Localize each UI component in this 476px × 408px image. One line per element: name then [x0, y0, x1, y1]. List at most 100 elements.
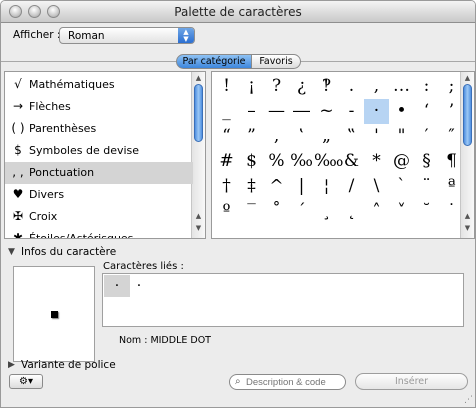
- glyph-cell[interactable]: _: [214, 99, 239, 124]
- glyph-cell[interactable]: -: [339, 99, 364, 124]
- glyph-cell[interactable]: ‚: [264, 124, 289, 149]
- character-name: Nom : MIDDLE DOT: [119, 335, 211, 346]
- glyph-cell[interactable]: !: [214, 74, 239, 99]
- glyph-cell[interactable]: ″: [439, 124, 464, 149]
- glyph-cell[interactable]: ?: [264, 74, 289, 99]
- glyph-cell[interactable]: ¶: [439, 149, 464, 174]
- glyph-cell[interactable]: ¸: [314, 199, 339, 224]
- scroll-down-arrow-icon[interactable]: ▼: [463, 224, 472, 233]
- glyph-cell[interactable]: ;: [439, 74, 464, 99]
- glyph-cell[interactable]: ': [364, 124, 389, 149]
- glyph-cell[interactable]: @: [389, 149, 414, 174]
- glyph-cell[interactable]: .: [339, 74, 364, 99]
- glyph-cell[interactable]: §: [414, 149, 439, 174]
- glyph-scroll-thumb[interactable]: [463, 84, 472, 146]
- glyph-cell[interactable]: “: [214, 124, 239, 149]
- glyph-cell[interactable]: •: [389, 99, 414, 124]
- glyph-cell[interactable]: \: [364, 174, 389, 199]
- glyph-cell[interactable]: ˘: [414, 199, 439, 224]
- glyph-cell[interactable]: ‱: [314, 149, 343, 174]
- info-section-header[interactable]: Infos du caractère: [21, 246, 116, 258]
- glyph-cell[interactable]: ′: [414, 124, 439, 149]
- glyph-cell[interactable]: ‛: [289, 124, 314, 149]
- asterisk-icon: ✱: [12, 231, 24, 239]
- glyph-cell[interactable]: ˳: [339, 224, 364, 238]
- tab-favorites[interactable]: Favoris: [251, 54, 301, 69]
- glyph-cell[interactable]: ‡: [239, 174, 264, 199]
- show-popup-menu[interactable]: Roman ▲ ▼: [59, 27, 195, 44]
- glyph-cell[interactable]: ˅: [389, 199, 414, 224]
- glyph-cell-selected[interactable]: ·: [364, 99, 389, 124]
- search-field[interactable]: ⌕: [229, 374, 346, 390]
- action-gear-button[interactable]: ⚙▾: [9, 374, 43, 389]
- glyph-cell[interactable]: *: [364, 149, 389, 174]
- font-variant-section-header[interactable]: Variante de police: [21, 359, 116, 371]
- name-label: Nom :: [119, 335, 148, 346]
- glyph-cell[interactable]: º: [214, 199, 239, 224]
- category-label: Symboles de devise: [29, 144, 140, 157]
- scroll-up-arrow-icon[interactable]: ▲: [463, 212, 472, 221]
- tab-by-category[interactable]: Par catégorie: [176, 54, 252, 69]
- glyph-cell[interactable]: ^: [264, 174, 289, 199]
- category-label: Ponctuation: [29, 166, 95, 179]
- insert-button[interactable]: Insérer: [355, 373, 468, 390]
- related-character[interactable]: ·: [126, 275, 152, 297]
- category-item[interactable]: √ Mathématiques: [5, 74, 193, 96]
- glyph-cell[interactable]: ª: [439, 174, 464, 199]
- glyph-cell[interactable]: $: [239, 149, 264, 174]
- glyph-cell[interactable]: ˙: [439, 199, 464, 224]
- category-item[interactable]: , , Ponctuation: [5, 162, 193, 184]
- font-variant-disclosure-triangle-icon[interactable]: ▶: [8, 360, 15, 370]
- glyph-cell[interactable]: ˛: [339, 199, 364, 224]
- scroll-up-arrow-icon[interactable]: ▲: [194, 212, 203, 221]
- category-item[interactable]: ♥ Divers: [5, 184, 193, 206]
- scroll-up-arrow-icon[interactable]: ▲: [194, 74, 203, 83]
- glyph-cell[interactable]: ’: [439, 99, 464, 124]
- glyph-cell[interactable]: †: [214, 174, 239, 199]
- glyph-cell[interactable]: ‟: [339, 124, 364, 149]
- info-disclosure-triangle-icon[interactable]: ▼: [8, 247, 15, 257]
- glyph-cell[interactable]: ˚: [264, 199, 289, 224]
- glyph-cell[interactable]: ˄: [364, 199, 389, 224]
- glyph-cell[interactable]: ¡: [239, 74, 264, 99]
- square-root-icon: √: [14, 77, 22, 91]
- category-item[interactable]: ✠ Croix: [5, 206, 193, 228]
- search-input[interactable]: [246, 376, 342, 388]
- scroll-down-arrow-icon[interactable]: ▼: [194, 224, 203, 233]
- glyph-cell[interactable]: ,: [364, 74, 389, 99]
- glyph-cell[interactable]: ‰: [289, 149, 314, 174]
- glyph-cell[interactable]: ”: [239, 124, 264, 149]
- glyph-cell[interactable]: ¨: [414, 174, 439, 199]
- glyph-cell[interactable]: „: [314, 124, 339, 149]
- glyph-cell[interactable]: ¿: [289, 74, 314, 99]
- glyph-cell[interactable]: #: [214, 149, 239, 174]
- category-label: Mathématiques: [29, 78, 115, 91]
- glyph-cell[interactable]: ―: [289, 99, 314, 124]
- scroll-up-arrow-icon[interactable]: ▲: [463, 74, 472, 83]
- glyph-cell[interactable]: ´: [289, 199, 314, 224]
- glyph-cell[interactable]: ‾: [239, 199, 264, 224]
- glyph-cell[interactable]: ‽: [314, 74, 339, 99]
- category-item[interactable]: ( ) Parenthèses: [5, 118, 193, 140]
- resize-grip-icon[interactable]: ⋰: [464, 395, 473, 405]
- glyph-cell[interactable]: ~: [314, 99, 339, 124]
- glyph-cell[interactable]: &: [339, 149, 364, 174]
- glyph-cell[interactable]: %: [264, 149, 289, 174]
- glyph-cell[interactable]: `: [389, 174, 414, 199]
- category-scrollbar[interactable]: ▲ ▲ ▼: [191, 72, 205, 238]
- glyph-cell[interactable]: ‘: [414, 99, 439, 124]
- glyph-cell[interactable]: ": [389, 124, 414, 149]
- glyph-cell[interactable]: …: [389, 74, 414, 99]
- cross-icon: ✠: [12, 209, 24, 223]
- category-item[interactable]: → Flèches: [5, 96, 193, 118]
- glyph-cell[interactable]: :: [414, 74, 439, 99]
- glyph-cell[interactable]: —: [264, 99, 289, 124]
- glyph-cell[interactable]: |: [289, 174, 314, 199]
- glyph-cell[interactable]: –: [239, 99, 264, 124]
- category-scroll-thumb[interactable]: [194, 84, 203, 142]
- category-item[interactable]: $ Symboles de devise: [5, 140, 193, 162]
- related-characters-label: Caractères liés :: [103, 261, 184, 272]
- category-item[interactable]: ✱ Étoiles/Astérisques: [5, 228, 193, 239]
- glyph-cell[interactable]: ¦: [314, 174, 339, 199]
- glyph-cell[interactable]: /: [339, 174, 364, 199]
